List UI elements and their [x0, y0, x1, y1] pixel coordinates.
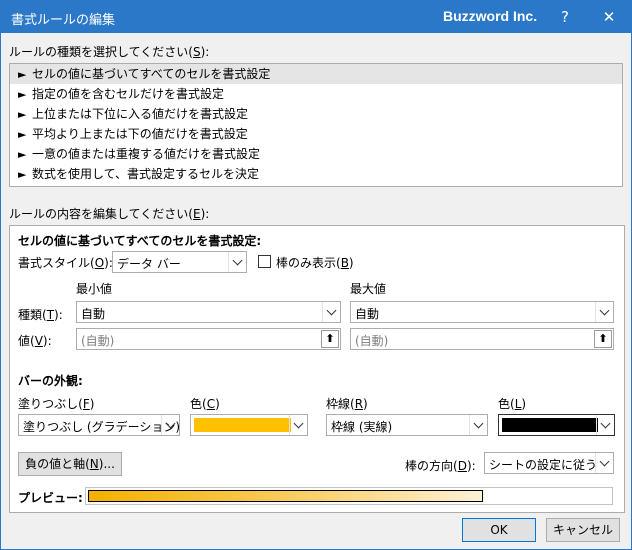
rule-type-item-top-bottom[interactable]: ► 上位または下位に入る値だけを書式設定 — [10, 104, 622, 124]
negative-value-axis-button[interactable]: 負の値と軸(N)... — [18, 452, 122, 476]
chevron-down-icon — [161, 415, 179, 435]
value-label: 値(V): — [18, 334, 52, 348]
fill-select[interactable]: 塗りつぶし (グラデーション) — [18, 414, 180, 436]
cancel-button[interactable]: キャンセル — [546, 518, 620, 542]
border-color-picker[interactable] — [498, 414, 615, 436]
type-label: 種類(T): — [18, 308, 63, 322]
preview-box — [85, 487, 613, 505]
bar-direction-label: 棒の方向(D): — [405, 459, 476, 473]
rule-type-item-above-below-average[interactable]: ► 平均より上または下の値だけを書式設定 — [10, 124, 622, 144]
rule-type-item-cell-value[interactable]: ► セルの値に基づいてすべてのセルを書式設定 — [10, 64, 622, 84]
min-header: 最小値 — [76, 282, 113, 296]
brand-name: Buzzword Inc. — [443, 8, 538, 24]
preview-bar — [88, 490, 483, 502]
arrow-right-icon: ► — [18, 168, 27, 181]
chevron-down-icon — [289, 415, 307, 435]
min-value-input[interactable]: (自動) ⬆ — [76, 328, 341, 350]
rule-description-panel: セルの値に基づいてすべてのセルを書式設定: 書式スタイル(O): データ バー … — [9, 225, 625, 513]
edit-rule-label: ルールの内容を編集してください(E): — [9, 207, 210, 221]
help-button[interactable]: ? — [547, 1, 583, 33]
border-select[interactable]: 枠線 (実線) — [326, 414, 488, 436]
edit-formatting-rule-dialog: 書式ルールの編集 Buzzword Inc. ? ✕ ルールの種類を選択してくだ… — [0, 0, 632, 550]
fill-color-swatch — [194, 418, 291, 432]
fill-color-label: 色(C) — [190, 397, 220, 411]
chevron-down-icon — [596, 415, 614, 435]
collapse-dialog-icon[interactable]: ⬆ — [594, 330, 612, 348]
max-header: 最大値 — [350, 282, 387, 296]
title-bar: 書式ルールの編集 Buzzword Inc. ? ✕ — [1, 1, 631, 33]
max-type-select[interactable]: 自動 — [350, 301, 614, 323]
chevron-down-icon — [228, 252, 246, 272]
border-color-label: 色(L) — [498, 397, 527, 411]
preview-label: プレビュー: — [18, 491, 83, 505]
ok-button[interactable]: OK — [462, 518, 536, 542]
arrow-right-icon: ► — [18, 128, 27, 141]
format-style-label: 書式スタイル(O): — [18, 256, 113, 270]
fill-label: 塗りつぶし(F) — [18, 397, 95, 411]
border-color-swatch — [502, 418, 598, 432]
bar-appearance-title: バーの外観: — [18, 374, 83, 388]
arrow-right-icon: ► — [18, 148, 27, 161]
arrow-right-icon: ► — [18, 108, 27, 121]
fill-color-picker[interactable] — [190, 414, 308, 436]
format-style-select[interactable]: データ バー — [112, 251, 247, 273]
close-button[interactable]: ✕ — [591, 1, 627, 33]
min-type-select[interactable]: 自動 — [76, 301, 341, 323]
chevron-down-icon — [595, 453, 613, 473]
bar-only-label: 棒のみ表示(B) — [276, 256, 354, 270]
collapse-dialog-icon[interactable]: ⬆ — [321, 330, 339, 348]
rule-type-item-formula[interactable]: ► 数式を使用して、書式設定するセルを決定 — [10, 164, 622, 184]
window-title: 書式ルールの編集 — [11, 13, 116, 28]
close-icon: ✕ — [602, 8, 616, 26]
border-label: 枠線(R) — [326, 397, 368, 411]
bar-only-checkbox[interactable] — [258, 255, 271, 268]
section-title: セルの値に基づいてすべてのセルを書式設定: — [18, 234, 262, 248]
max-value-input[interactable]: (自動) ⬆ — [350, 328, 614, 350]
chevron-down-icon — [322, 302, 340, 322]
rule-type-item-contains[interactable]: ► 指定の値を含むセルだけを書式設定 — [10, 84, 622, 104]
help-icon: ? — [561, 8, 569, 26]
rule-type-item-unique-duplicate[interactable]: ► 一意の値または重複する値だけを書式設定 — [10, 144, 622, 164]
chevron-down-icon — [595, 302, 613, 322]
arrow-right-icon: ► — [18, 88, 27, 101]
arrow-right-icon: ► — [18, 68, 27, 81]
rule-type-label: ルールの種類を選択してください(S): — [9, 45, 210, 59]
chevron-down-icon — [469, 415, 487, 435]
bar-direction-select[interactable]: シートの設定に従う — [484, 452, 614, 474]
rule-type-list[interactable]: ► セルの値に基づいてすべてのセルを書式設定 ► 指定の値を含むセルだけを書式設定 … — [9, 63, 623, 187]
